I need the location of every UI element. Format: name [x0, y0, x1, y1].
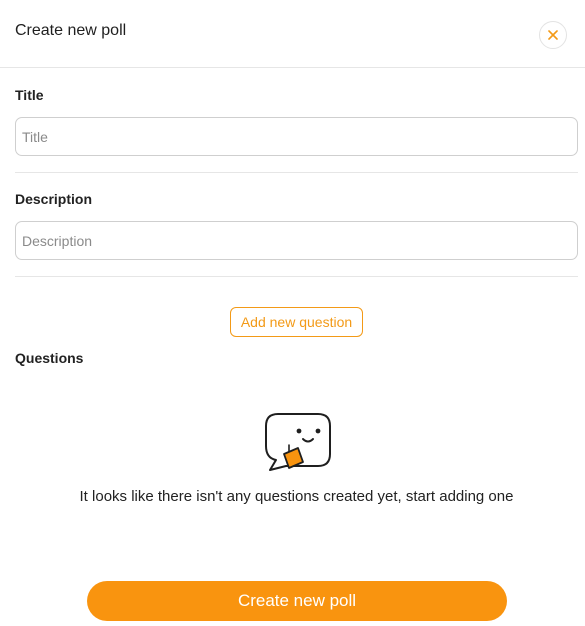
divider — [15, 276, 578, 277]
add-question-button[interactable]: Add new question — [230, 307, 363, 337]
title-label: Title — [15, 87, 44, 103]
create-poll-button[interactable]: Create new poll — [87, 581, 507, 621]
questions-section-label: Questions — [15, 350, 84, 366]
close-button[interactable] — [539, 21, 567, 49]
description-label: Description — [15, 191, 93, 207]
speech-bubble-smiley-icon — [265, 413, 331, 471]
empty-questions-message: It looks like there isn't any questions … — [79, 488, 514, 505]
dialog-header: Create new poll — [0, 0, 585, 68]
title-input[interactable] — [15, 117, 578, 156]
description-input[interactable] — [15, 221, 578, 260]
close-icon — [548, 30, 558, 40]
divider — [15, 172, 578, 173]
dialog-title: Create new poll — [15, 22, 127, 39]
